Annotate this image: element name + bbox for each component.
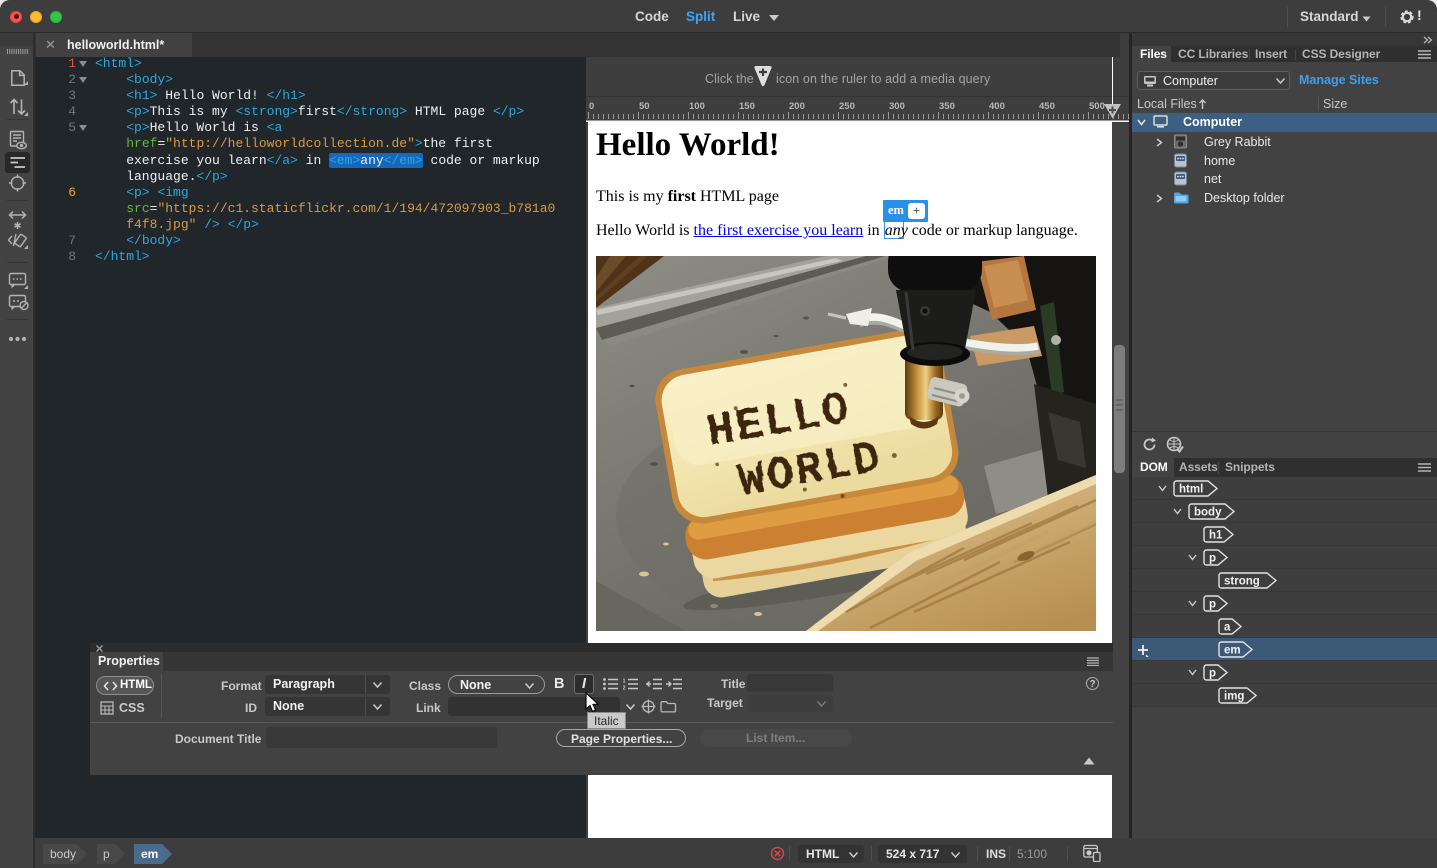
svg-text:h1: h1: [1209, 530, 1223, 542]
svg-text:img: img: [1224, 691, 1244, 703]
svg-text:500: 500: [1089, 101, 1105, 112]
svg-text:2: 2: [623, 686, 626, 691]
svg-text:350: 350: [939, 101, 955, 112]
svg-text:50: 50: [639, 101, 650, 112]
svg-text:0: 0: [589, 101, 594, 112]
svg-text:150: 150: [739, 101, 755, 112]
svg-text:p: p: [1209, 553, 1216, 565]
svg-text:html: html: [1179, 484, 1203, 496]
svg-text:250: 250: [839, 101, 855, 112]
svg-text:p: p: [1209, 599, 1216, 611]
svg-text:450: 450: [1039, 101, 1055, 112]
svg-text:100: 100: [689, 101, 705, 112]
svg-text:em: em: [1224, 645, 1241, 657]
svg-text:a: a: [1224, 622, 1231, 634]
svg-text:p: p: [1209, 668, 1216, 680]
svg-text:body: body: [1194, 507, 1222, 519]
svg-text:300: 300: [889, 101, 905, 112]
svg-text:200: 200: [789, 101, 805, 112]
svg-text:400: 400: [989, 101, 1005, 112]
svg-text:1: 1: [623, 679, 626, 685]
svg-text:strong: strong: [1224, 576, 1260, 588]
